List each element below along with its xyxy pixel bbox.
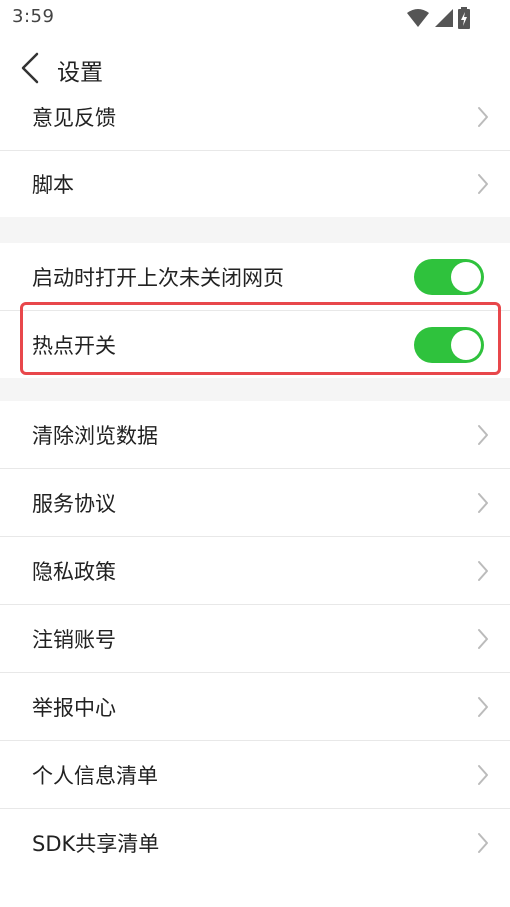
- back-button[interactable]: [14, 50, 46, 86]
- settings-item-personal-info-list[interactable]: 个人信息清单: [0, 741, 510, 808]
- section-gap: [0, 217, 510, 243]
- chevron-right-icon: [478, 696, 488, 717]
- settings-item-label: 个人信息清单: [32, 763, 158, 788]
- settings-item-delete-account[interactable]: 注销账号: [0, 605, 510, 672]
- settings-item-label: SDK共享清单: [32, 831, 160, 856]
- settings-item-report-center[interactable]: 举报中心: [0, 673, 510, 740]
- settings-item-label: 举报中心: [32, 695, 116, 720]
- cellular-signal-icon: [435, 9, 453, 27]
- chevron-right-icon: [478, 424, 488, 445]
- toggle-knob: [451, 261, 481, 292]
- settings-item-restore-tabs: 启动时打开上次未关闭网页: [0, 243, 510, 310]
- battery-charging-icon: [458, 7, 470, 29]
- settings-item-feedback[interactable]: 意见反馈: [0, 84, 510, 150]
- settings-item-label: 意见反馈: [32, 106, 116, 130]
- chevron-right-icon: [478, 832, 488, 853]
- settings-item-label: 清除浏览数据: [32, 423, 158, 448]
- settings-item-clear-data[interactable]: 清除浏览数据: [0, 401, 510, 468]
- chevron-right-icon: [478, 107, 488, 127]
- settings-item-service-agreement[interactable]: 服务协议: [0, 469, 510, 536]
- chevron-right-icon: [478, 560, 488, 581]
- settings-item-label: 注销账号: [32, 627, 116, 652]
- chevron-right-icon: [478, 492, 488, 513]
- settings-item-label: 隐私政策: [32, 559, 116, 584]
- settings-item-sdk-share-list[interactable]: SDK共享清单: [0, 809, 510, 876]
- status-bar: 3:59: [0, 0, 510, 36]
- page-title: 设置: [57, 60, 103, 86]
- restore-tabs-toggle[interactable]: [414, 258, 484, 295]
- section-gap: [0, 378, 510, 401]
- status-time: 3:59: [12, 6, 55, 27]
- status-icons: [406, 7, 470, 29]
- settings-item-privacy-policy[interactable]: 隐私政策: [0, 537, 510, 604]
- chevron-right-icon: [478, 764, 488, 785]
- chevron-left-icon: [21, 52, 39, 84]
- highlight-box: [20, 302, 501, 375]
- settings-item-label: 脚本: [32, 173, 74, 197]
- wifi-icon: [407, 9, 429, 27]
- settings-item-label: 启动时打开上次未关闭网页: [32, 265, 284, 290]
- settings-item-script[interactable]: 脚本: [0, 151, 510, 217]
- chevron-right-icon: [478, 174, 488, 194]
- settings-item-label: 服务协议: [32, 491, 116, 516]
- chevron-right-icon: [478, 628, 488, 649]
